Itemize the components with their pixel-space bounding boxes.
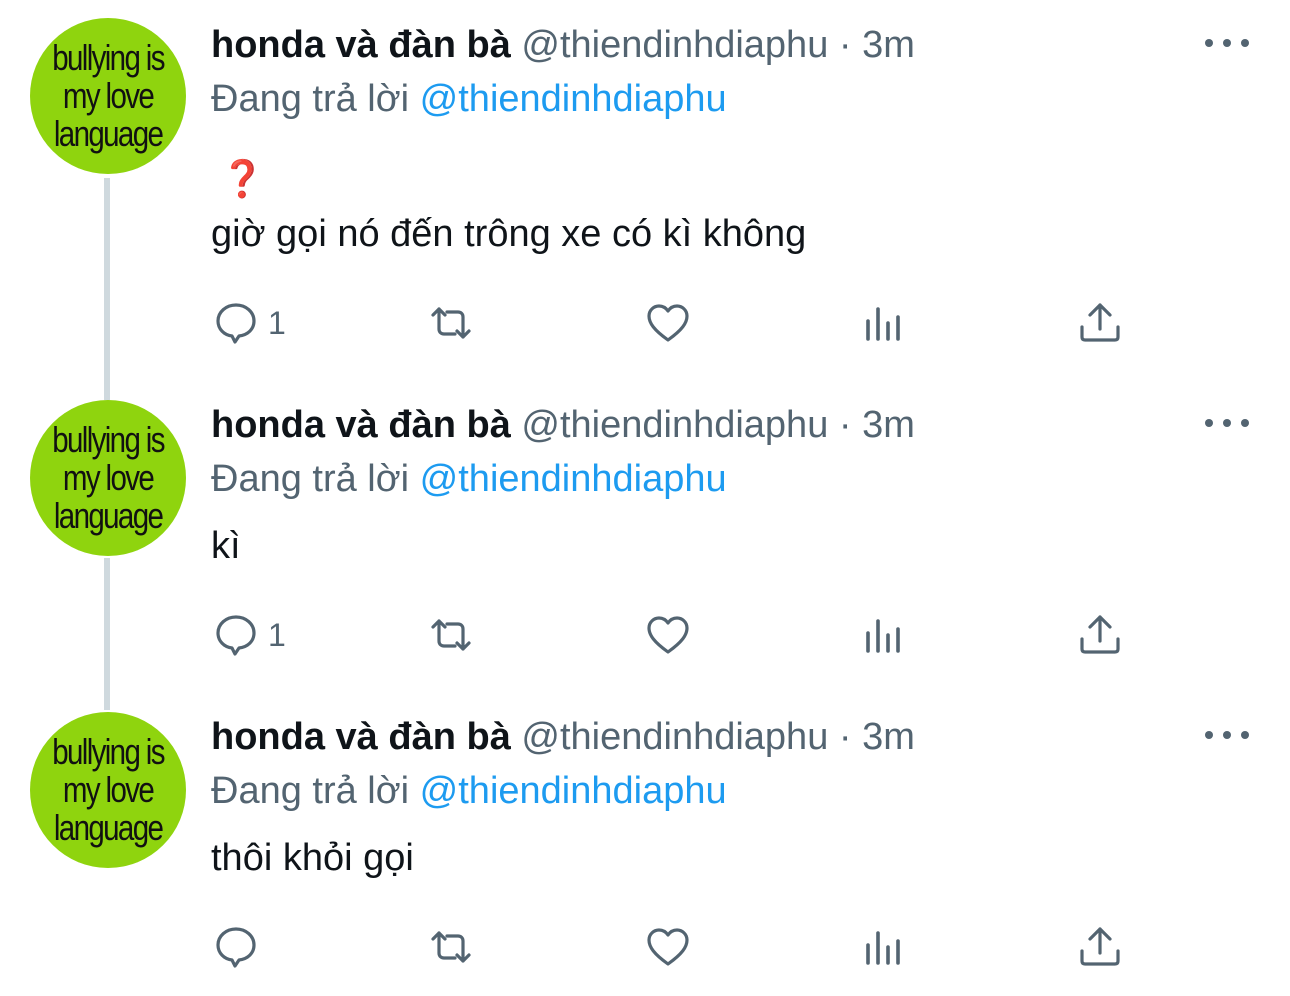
tweet-actions: 1 xyxy=(212,298,1132,348)
tweet[interactable]: bullying is my love language honda và đà… xyxy=(0,380,1290,692)
reply-bubble-icon xyxy=(216,303,256,344)
mention-link[interactable]: @thiendinhdiaphu xyxy=(420,458,727,500)
tweet[interactable]: bullying is my love language honda và đà… xyxy=(0,692,1290,996)
replying-to: Đang trả lời @thiendinhdiaphu xyxy=(211,456,727,502)
display-name[interactable]: honda và đàn bà xyxy=(211,404,511,446)
share-upload-icon xyxy=(1080,927,1120,966)
tweet-text: thôi khỏi gọi xyxy=(211,837,414,879)
tweet-header: honda và đàn bà @thiendinhdiaphu · 3m xyxy=(211,714,915,760)
share-button[interactable] xyxy=(1076,298,1124,348)
avatar[interactable]: bullying is my love language xyxy=(30,400,186,556)
avatar[interactable]: bullying is my love language xyxy=(30,18,186,174)
like-button[interactable] xyxy=(644,610,692,660)
tweet[interactable]: bullying is my love language honda và đà… xyxy=(0,0,1290,380)
reply-button[interactable]: 1 xyxy=(212,298,286,348)
reply-bubble-icon xyxy=(216,615,256,656)
timestamp[interactable]: 3m xyxy=(862,24,915,66)
tweet-header: honda và đàn bà @thiendinhdiaphu · 3m xyxy=(211,22,915,68)
retweet-button[interactable] xyxy=(427,298,475,348)
avatar-text-line: bullying is xyxy=(52,731,165,772)
avatar-text-line: language xyxy=(53,113,164,154)
retweet-icon xyxy=(431,619,471,651)
separator: · xyxy=(838,404,852,446)
replying-to-label: Đang trả lời xyxy=(211,78,410,120)
views-button[interactable] xyxy=(860,922,908,972)
separator: · xyxy=(838,716,852,758)
display-name[interactable]: honda và đàn bà xyxy=(211,24,511,66)
views-button[interactable] xyxy=(860,610,908,660)
username[interactable]: @thiendinhdiaphu xyxy=(521,404,828,446)
reply-button[interactable] xyxy=(212,922,260,972)
mention-link[interactable]: @thiendinhdiaphu xyxy=(420,78,727,120)
views-button[interactable] xyxy=(860,298,908,348)
bar-chart-icon xyxy=(866,931,900,965)
reply-count: 1 xyxy=(268,616,286,653)
replying-to: Đang trả lời @thiendinhdiaphu xyxy=(211,76,727,122)
replying-to: Đang trả lời @thiendinhdiaphu xyxy=(211,768,727,814)
replying-to-label: Đang trả lời xyxy=(211,458,410,500)
retweet-icon xyxy=(431,931,471,963)
share-upload-icon xyxy=(1080,615,1120,654)
reply-button[interactable]: 1 xyxy=(212,610,286,660)
tweet-header: honda và đàn bà @thiendinhdiaphu · 3m xyxy=(211,402,915,448)
thread: bullying is my love language honda và đà… xyxy=(0,0,1290,996)
more-options-icon[interactable] xyxy=(1205,28,1249,58)
separator: · xyxy=(838,24,852,66)
avatar-text-line: bullying is xyxy=(52,37,165,78)
replying-to-label: Đang trả lời xyxy=(211,770,410,812)
question-mark-emoji: ❓ xyxy=(220,158,265,199)
reply-bubble-icon xyxy=(216,927,256,968)
bar-chart-icon xyxy=(866,619,900,653)
tweet-actions: 1 xyxy=(212,610,1132,660)
retweet-button[interactable] xyxy=(427,610,475,660)
avatar-text-line: bullying is xyxy=(52,419,165,460)
avatar-text-line: my love xyxy=(62,457,155,498)
like-button[interactable] xyxy=(644,298,692,348)
retweet-icon xyxy=(431,307,471,339)
heart-icon xyxy=(647,616,689,654)
avatar-text-line: my love xyxy=(62,75,155,116)
tweet-text: giờ gọi nó đến trông xe có kì không xyxy=(211,213,807,255)
avatar-text-line: language xyxy=(53,495,164,536)
more-options-icon[interactable] xyxy=(1205,720,1249,750)
more-options-icon[interactable] xyxy=(1205,408,1249,438)
heart-icon xyxy=(647,304,689,342)
like-button[interactable] xyxy=(644,922,692,972)
share-upload-icon xyxy=(1080,303,1120,342)
timestamp[interactable]: 3m xyxy=(862,404,915,446)
reply-count: 1 xyxy=(268,304,286,341)
timestamp[interactable]: 3m xyxy=(862,716,915,758)
avatar-text-line: language xyxy=(53,807,164,848)
share-button[interactable] xyxy=(1076,610,1124,660)
heart-icon xyxy=(647,928,689,966)
tweet-actions xyxy=(212,922,1132,972)
mention-link[interactable]: @thiendinhdiaphu xyxy=(420,770,727,812)
username[interactable]: @thiendinhdiaphu xyxy=(521,716,828,758)
bar-chart-icon xyxy=(866,307,900,341)
avatar[interactable]: bullying is my love language xyxy=(30,712,186,868)
avatar-text-line: my love xyxy=(62,769,155,810)
username[interactable]: @thiendinhdiaphu xyxy=(521,24,828,66)
share-button[interactable] xyxy=(1076,922,1124,972)
tweet-text: kì xyxy=(211,525,241,567)
display-name[interactable]: honda và đàn bà xyxy=(211,716,511,758)
retweet-button[interactable] xyxy=(427,922,475,972)
